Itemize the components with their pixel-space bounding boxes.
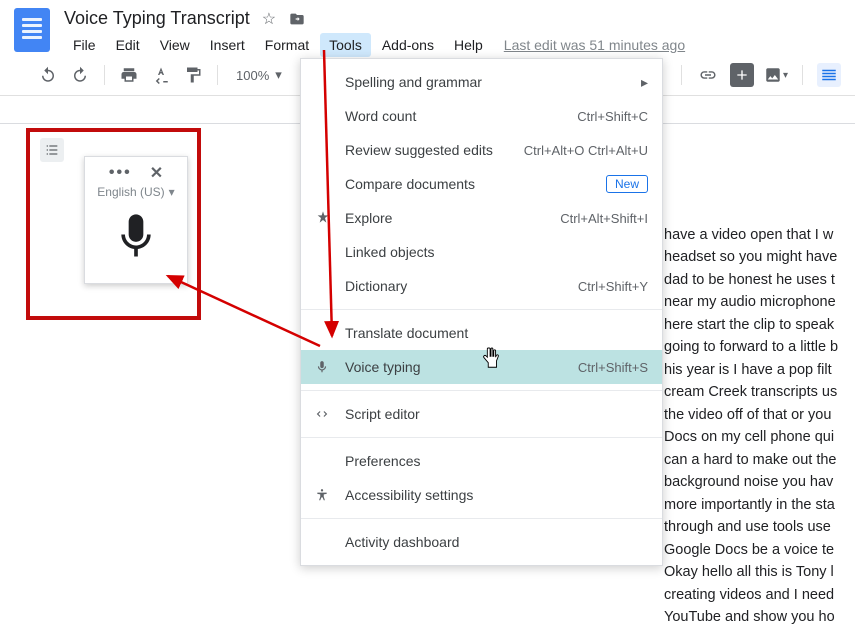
paint-format-button[interactable]	[181, 63, 205, 87]
annotation-red-box: ••• ✕ English (US)▾	[26, 128, 201, 320]
document-body-text[interactable]: have a video open that I w headset so yo…	[664, 224, 855, 628]
menu-explore[interactable]: Explore Ctrl+Alt+Shift+I	[301, 201, 662, 235]
move-folder-icon[interactable]	[288, 11, 306, 27]
menu-view[interactable]: View	[151, 33, 199, 57]
microphone-button[interactable]	[85, 205, 187, 283]
menu-activity-dashboard[interactable]: Activity dashboard	[301, 525, 662, 559]
menu-edit[interactable]: Edit	[107, 33, 149, 57]
menu-review-edits[interactable]: Review suggested edits Ctrl+Alt+O Ctrl+A…	[301, 133, 662, 167]
explore-icon	[315, 210, 331, 226]
menu-translate[interactable]: Translate document	[301, 316, 662, 350]
menu-format[interactable]: Format	[256, 33, 318, 57]
zoom-select[interactable]: 100%▾	[230, 67, 288, 83]
menu-divider	[301, 390, 662, 391]
chevron-right-icon: ▸	[641, 74, 648, 91]
menu-word-count[interactable]: Word count Ctrl+Shift+C	[301, 99, 662, 133]
menu-voice-typing[interactable]: Voice typing Ctrl+Shift+S	[301, 350, 662, 384]
menu-divider	[301, 518, 662, 519]
menu-compare-documents[interactable]: Compare documents New	[301, 167, 662, 201]
menu-bar: File Edit View Insert Format Tools Add-o…	[64, 33, 685, 57]
accessibility-icon	[315, 488, 329, 502]
undo-button[interactable]	[36, 63, 60, 87]
star-icon[interactable]: ☆	[262, 9, 276, 29]
new-badge: New	[606, 175, 648, 193]
tools-dropdown: Spelling and grammar ▸ Word count Ctrl+S…	[300, 58, 663, 566]
menu-insert[interactable]: Insert	[201, 33, 254, 57]
menu-help[interactable]: Help	[445, 33, 492, 57]
more-icon[interactable]: •••	[109, 164, 132, 182]
menu-dictionary[interactable]: Dictionary Ctrl+Shift+Y	[301, 269, 662, 303]
menu-file[interactable]: File	[64, 33, 105, 57]
menu-divider	[301, 437, 662, 438]
insert-image-button[interactable]: ▾	[764, 63, 788, 87]
menu-divider	[301, 309, 662, 310]
document-outline-button[interactable]	[40, 138, 64, 162]
menu-addons[interactable]: Add-ons	[373, 33, 443, 57]
insert-link-button[interactable]	[696, 63, 720, 87]
microphone-icon	[315, 360, 329, 374]
align-button[interactable]	[817, 63, 841, 87]
menu-preferences[interactable]: Preferences	[301, 444, 662, 478]
voice-typing-panel[interactable]: ••• ✕ English (US)▾	[84, 156, 188, 284]
menu-spelling-grammar[interactable]: Spelling and grammar ▸	[301, 65, 662, 99]
script-icon	[315, 407, 329, 421]
menu-accessibility[interactable]: Accessibility settings	[301, 478, 662, 512]
close-icon[interactable]: ✕	[150, 163, 163, 183]
menu-tools[interactable]: Tools	[320, 33, 371, 57]
menu-linked-objects[interactable]: Linked objects	[301, 235, 662, 269]
spellcheck-button[interactable]	[149, 63, 173, 87]
docs-app-icon[interactable]	[14, 8, 50, 52]
insert-comment-button[interactable]	[730, 63, 754, 87]
last-edit-link[interactable]: Last edit was 51 minutes ago	[504, 37, 685, 53]
chevron-down-icon: ▾	[169, 185, 175, 199]
document-title[interactable]: Voice Typing Transcript	[64, 8, 250, 29]
menu-script-editor[interactable]: Script editor	[301, 397, 662, 431]
print-button[interactable]	[117, 63, 141, 87]
redo-button[interactable]	[68, 63, 92, 87]
language-select[interactable]: English (US)▾	[85, 185, 187, 205]
